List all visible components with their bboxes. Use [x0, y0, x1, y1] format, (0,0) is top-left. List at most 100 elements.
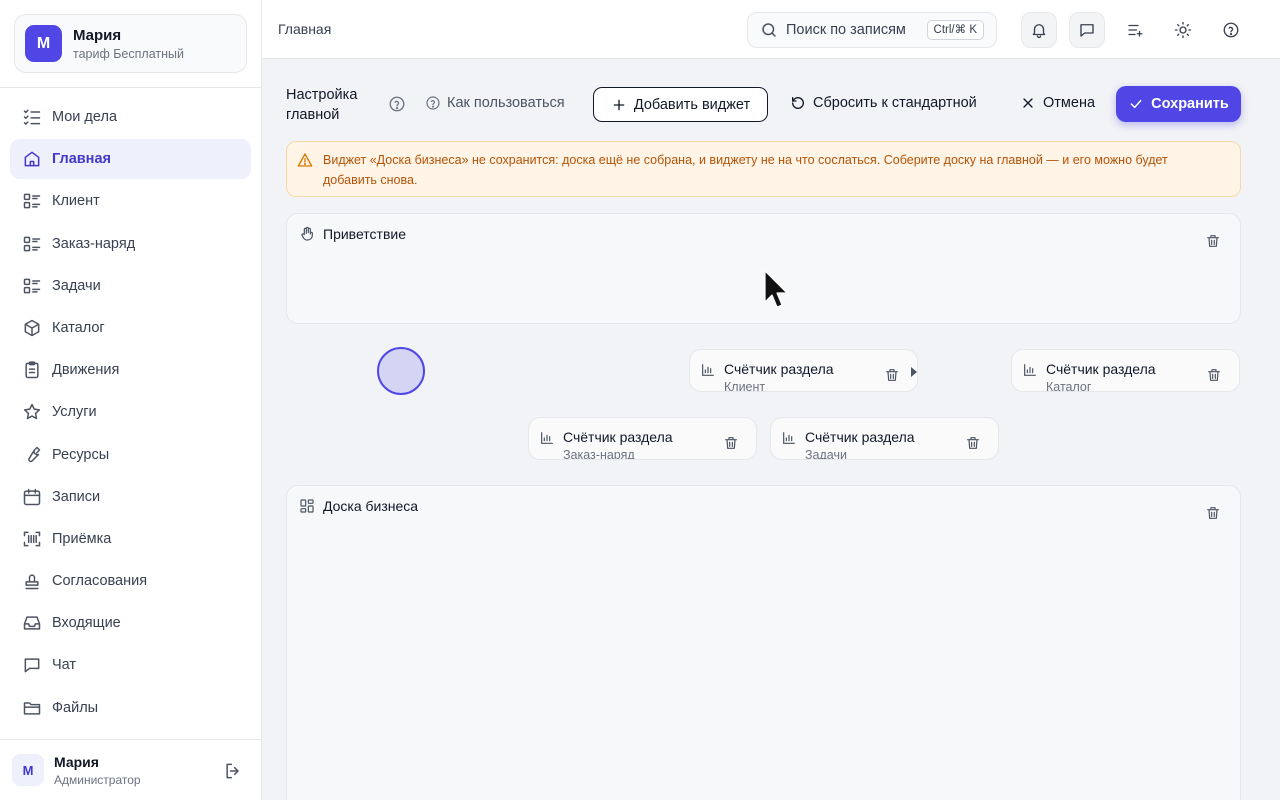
chat-icon: [1080, 24, 1094, 37]
messages-button[interactable]: [1069, 12, 1105, 48]
counter-widget-work-order[interactable]: Счётчик раздела Заказ-наряд: [528, 417, 757, 460]
sidebar-item-home[interactable]: Главная: [10, 139, 251, 180]
search-box[interactable]: Ctrl/⌘ K: [747, 12, 997, 48]
how-to-use-label: Как пользоваться: [447, 95, 565, 111]
main-content: Настройка главной Как пользоваться Добав…: [262, 59, 1280, 800]
trash-icon[interactable]: [1205, 233, 1221, 249]
check-icon: [1130, 99, 1142, 109]
counter-widget-catalog[interactable]: Счётчик раздела Каталог: [1011, 349, 1240, 392]
mouse-cursor-icon: [764, 270, 788, 308]
sidebar-item-work-order[interactable]: Заказ-наряд: [10, 224, 251, 264]
counter-title: Счётчик раздела: [1046, 361, 1156, 377]
sidebar-item-label: Записи: [52, 488, 101, 505]
sidebar-item-label: Движения: [52, 362, 120, 379]
sidebar-item-records[interactable]: Записи: [10, 477, 251, 517]
search-input[interactable]: [786, 22, 916, 38]
list-check-icon: [23, 109, 41, 125]
account-plan: тариф Бесплатный: [73, 46, 184, 61]
plus-icon: [613, 99, 625, 110]
sidebar-item-client[interactable]: Клиент: [10, 181, 251, 221]
help-button[interactable]: [1213, 12, 1249, 48]
sidebar-item-chat[interactable]: Чат: [10, 645, 251, 685]
reset-default-label: Сбросить к стандартной: [813, 95, 977, 111]
sidebar-item-files[interactable]: Файлы: [10, 688, 251, 728]
counter-title: Счётчик раздела: [563, 429, 673, 445]
account-switcher[interactable]: М Мария тариф Бесплатный: [14, 14, 247, 73]
trash-icon[interactable]: [723, 435, 739, 451]
counter-section: Каталог: [1046, 380, 1092, 392]
trash-icon[interactable]: [1206, 367, 1222, 383]
widget-title: Доска бизнеса: [323, 498, 419, 514]
help-icon[interactable]: [388, 95, 406, 113]
user-name: Мария: [54, 753, 99, 770]
sidebar-item-my-tasks[interactable]: Мои дела: [10, 97, 251, 137]
counter-section: Заказ-наряд: [563, 448, 635, 460]
sidebar-item-movements[interactable]: Движения: [10, 350, 251, 390]
folder-icon: [23, 701, 41, 715]
sidebar-item-label: Приёмка: [52, 530, 112, 547]
business-board-widget[interactable]: Доска бизнеса: [286, 485, 1241, 800]
trash-icon[interactable]: [884, 367, 900, 383]
sidebar-item-label: Каталог: [52, 319, 105, 336]
cancel-label: Отмена: [1043, 95, 1096, 111]
sidebar-item-approvals[interactable]: Согласования: [10, 561, 251, 601]
help-icon: [426, 96, 440, 110]
drag-placeholder: [377, 347, 425, 395]
sidebar-item-label: Задачи: [52, 277, 101, 294]
sidebar-item-label: Клиент: [52, 193, 100, 210]
search-shortcut-badge: Ctrl/⌘ K: [926, 20, 984, 40]
list-icon: [23, 193, 41, 209]
reset-default-button[interactable]: Сбросить к стандартной: [790, 95, 977, 111]
sidebar-item-label: Согласования: [52, 573, 148, 590]
counter-widget-client[interactable]: Счётчик раздела Клиент: [689, 349, 918, 392]
warning-text: Виджет «Доска бизнеса» не сохранится: до…: [323, 153, 1168, 187]
sidebar-item-label: Ресурсы: [52, 446, 110, 463]
counter-title: Счётчик раздела: [724, 361, 834, 377]
add-list-button[interactable]: [1117, 12, 1153, 48]
home-icon: [24, 151, 40, 167]
account-name: Мария: [73, 26, 122, 44]
sidebar-item-label: Главная: [52, 151, 111, 168]
save-button[interactable]: Сохранить: [1116, 86, 1241, 122]
add-widget-button[interactable]: Добавить виджет: [593, 87, 768, 122]
breadcrumb: Главная: [278, 21, 332, 37]
account-avatar: М: [25, 25, 62, 62]
sidebar-item-label: Файлы: [52, 699, 99, 716]
user-role: Администратор: [54, 772, 141, 787]
sidebar-item-services[interactable]: Услуги: [10, 392, 251, 432]
stamp-icon: [25, 574, 39, 590]
trash-icon[interactable]: [965, 435, 981, 451]
sidebar-item-intake[interactable]: Приёмка: [10, 519, 251, 559]
sidebar-item-catalog[interactable]: Каталог: [10, 308, 251, 348]
search-icon: [762, 23, 776, 37]
sidebar-nav: Мои дела Главная Клиент Заказ-наряд Зада…: [10, 97, 251, 730]
sidebar-item-resources[interactable]: Ресурсы: [10, 435, 251, 475]
top-bar: Главная Ctrl/⌘ K: [262, 0, 1280, 59]
edit-toolbar: Настройка главной Как пользоваться Добав…: [262, 59, 1280, 139]
page-title: Настройка главной: [286, 87, 358, 123]
barcode-scan-icon: [23, 531, 41, 547]
theme-toggle-button[interactable]: [1165, 12, 1201, 48]
bar-chart-icon: [541, 432, 553, 444]
sidebar-item-inbox[interactable]: Входящие: [10, 603, 251, 643]
counter-widget-tasks[interactable]: Счётчик раздела Задачи: [770, 417, 999, 460]
sidebar-item-label: Заказ-наряд: [52, 235, 136, 252]
logout-icon[interactable]: [223, 761, 243, 781]
reset-icon: [792, 96, 804, 109]
how-to-use-link[interactable]: Как пользоваться: [425, 95, 565, 111]
sidebar-item-tasks[interactable]: Задачи: [10, 266, 251, 306]
sidebar-item-label: Входящие: [52, 615, 121, 632]
list-add-icon: [1128, 24, 1143, 37]
cancel-button[interactable]: Отмена: [1020, 95, 1095, 111]
chevron-right-icon: [911, 367, 917, 377]
chat-icon: [24, 658, 40, 673]
avatar: М: [12, 754, 44, 786]
sidebar: М Мария тариф Бесплатный Мои дела Главна…: [0, 0, 262, 800]
add-widget-label: Добавить виджет: [633, 96, 751, 113]
list-icon: [23, 236, 41, 251]
trash-icon[interactable]: [1205, 505, 1221, 521]
close-icon: [1023, 98, 1033, 108]
sidebar-divider: [0, 87, 261, 88]
bar-chart-icon: [702, 364, 714, 376]
notifications-button[interactable]: [1021, 12, 1057, 48]
